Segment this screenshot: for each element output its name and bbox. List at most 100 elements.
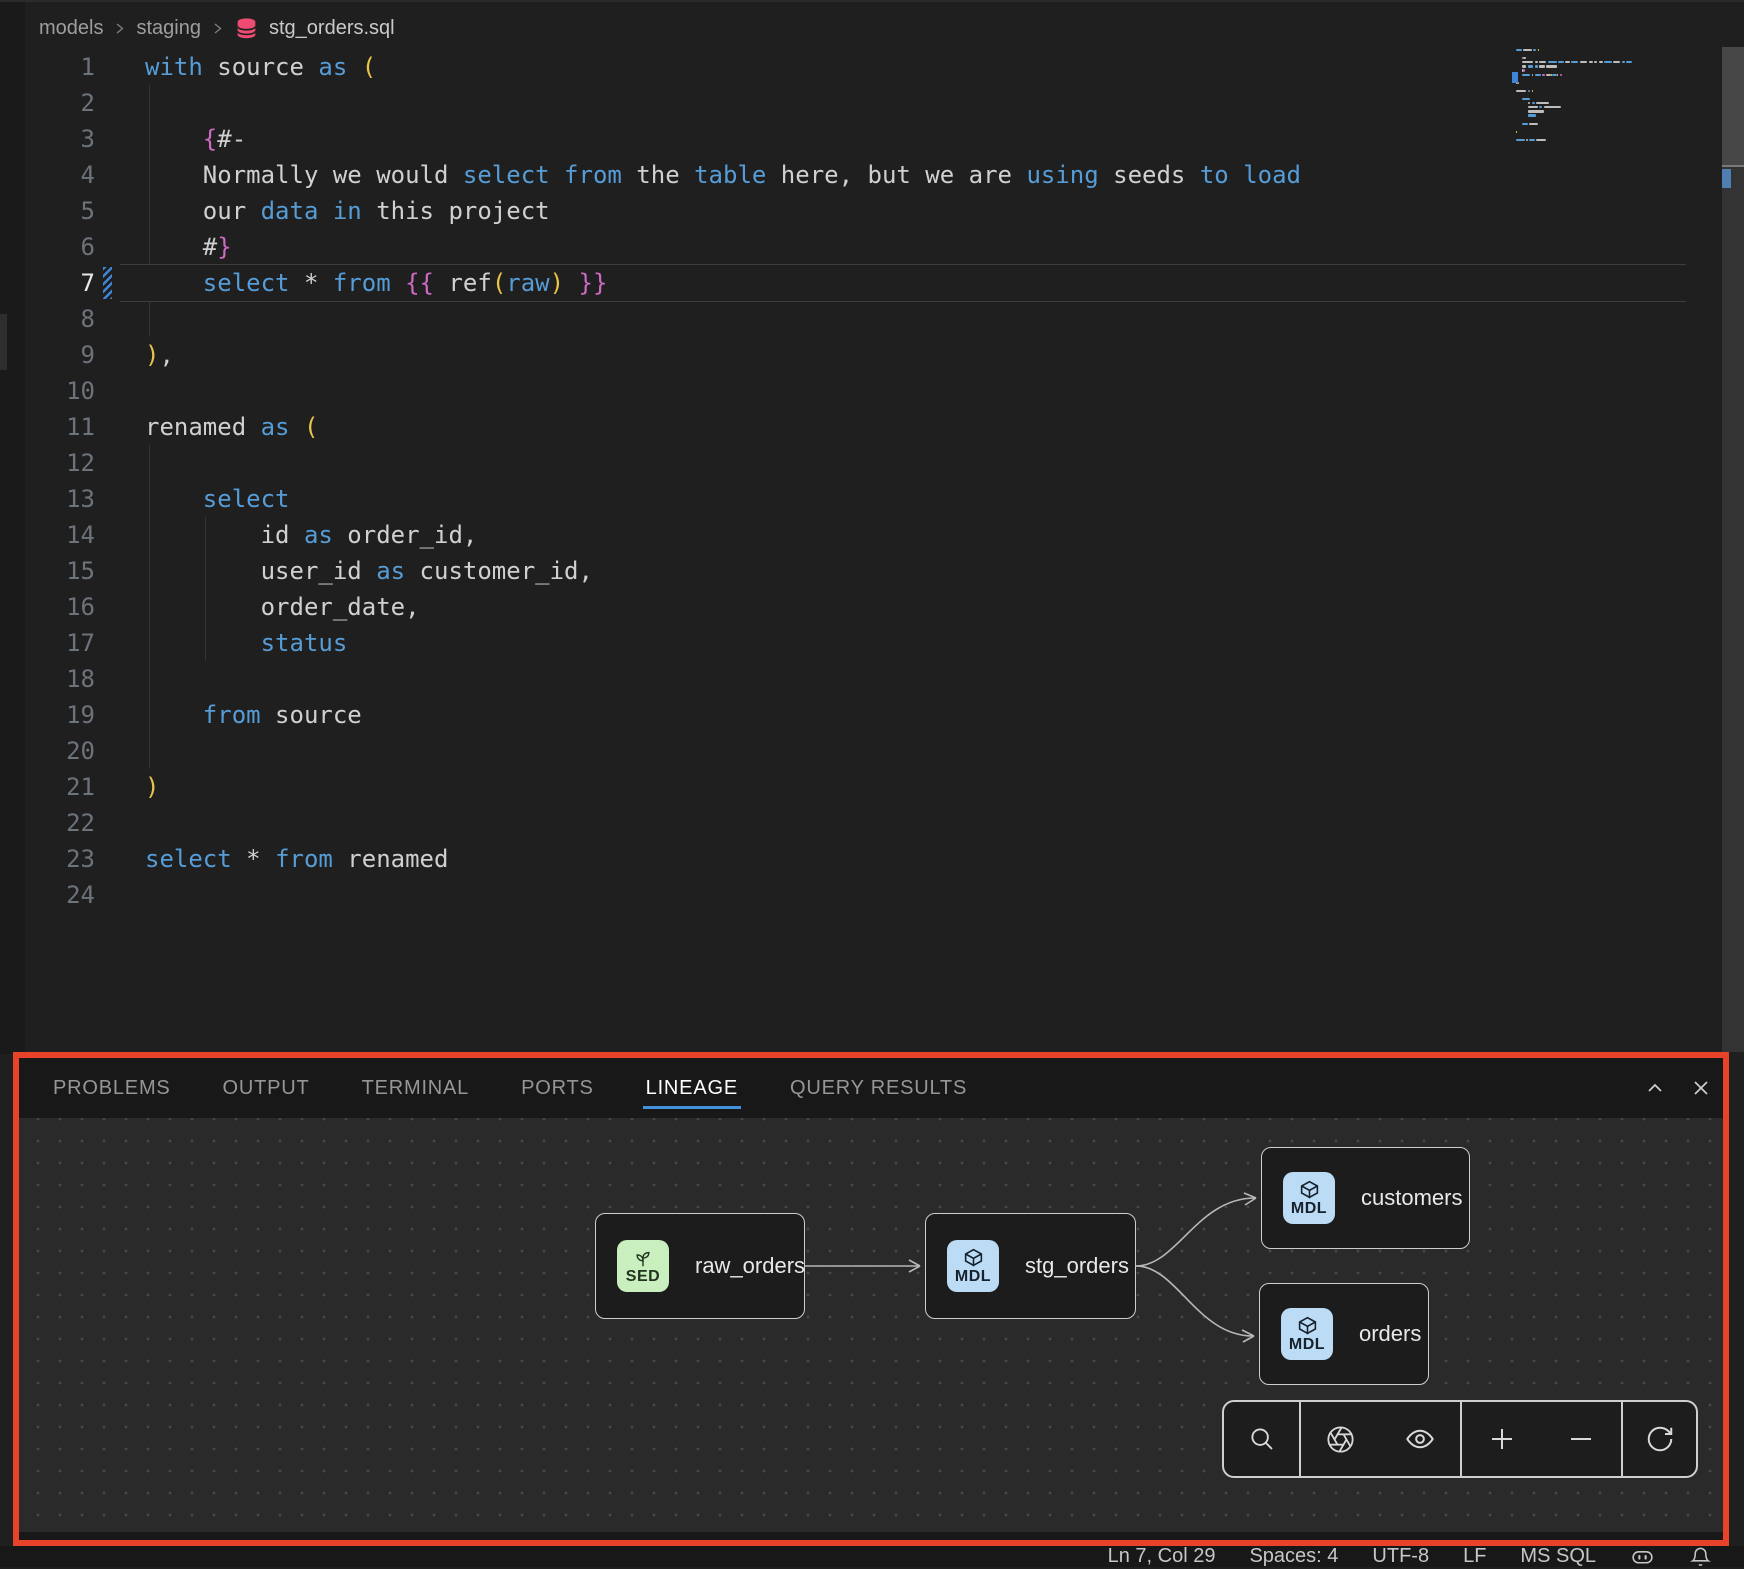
search-button[interactable] [1247, 1424, 1277, 1454]
breadcrumb-file[interactable]: stg_orders.sql [269, 17, 395, 40]
database-icon [234, 16, 259, 41]
code-lines[interactable]: 1 with source as ( 23 {#-4 Normally we wou… [0, 49, 1712, 913]
code-line-21[interactable]: 21) [0, 769, 1712, 805]
lineage-canvas[interactable]: SED raw_orders MDL stg_orders MDL custom… [19, 1118, 1723, 1532]
panel-tab-problems[interactable]: PROBLEMS [53, 1077, 171, 1100]
code-line-22[interactable]: 22 [0, 805, 1712, 841]
editor-area[interactable]: models staging stg_orders.sql 1 with sour… [0, 0, 1744, 1054]
code-line-7[interactable]: 7 select * from {{ ref(raw) }} [0, 265, 1712, 301]
line-number[interactable]: 18 [0, 661, 95, 697]
minimap[interactable] [1512, 44, 1712, 174]
line-number[interactable]: 5 [0, 193, 95, 229]
code-line-15[interactable]: 15 user_id as customer_id, [0, 553, 1712, 589]
line-number[interactable]: 4 [0, 157, 95, 193]
bell-icon[interactable] [1689, 1545, 1712, 1568]
line-number[interactable]: 1 [0, 49, 95, 85]
code-line-9[interactable]: 9), [0, 337, 1712, 373]
status-language-mode[interactable]: MS SQL [1520, 1545, 1596, 1568]
line-number[interactable]: 8 [0, 301, 95, 337]
line-number[interactable]: 9 [0, 337, 95, 373]
panel-tab-terminal[interactable]: TERMINAL [362, 1077, 470, 1100]
line-number[interactable]: 3 [0, 121, 95, 157]
seedling-icon [632, 1248, 654, 1268]
status-eol-setting[interactable]: LF [1463, 1545, 1486, 1568]
cube-icon [963, 1247, 984, 1268]
minimap-line [1523, 49, 1532, 51]
code-line-19[interactable]: 19 from source [0, 697, 1712, 733]
code-line-13[interactable]: 13 select [0, 481, 1712, 517]
line-number[interactable]: 13 [0, 481, 95, 517]
line-number[interactable]: 12 [0, 445, 95, 481]
status-indentation-setting[interactable]: Spaces: 4 [1249, 1545, 1338, 1568]
line-number[interactable]: 14 [0, 517, 95, 553]
status-cursor-position[interactable]: Ln 7, Col 29 [1108, 1545, 1216, 1568]
code-line-10[interactable]: 10 [0, 373, 1712, 409]
cube-icon [1297, 1315, 1318, 1336]
scrollbar-thumb[interactable] [1722, 47, 1744, 165]
scrollbar[interactable] [1722, 47, 1744, 1052]
minimap-line [1622, 61, 1625, 63]
code-line-11[interactable]: 11 renamed as ( [0, 409, 1712, 445]
minimap-line [1538, 49, 1539, 51]
panel-tab-query-results[interactable]: QUERY RESULTS [790, 1077, 967, 1100]
panel-tab-lineage[interactable]: LINEAGE [646, 1077, 738, 1100]
close-panel-button[interactable] [1690, 1077, 1712, 1099]
line-number[interactable]: 16 [0, 589, 95, 625]
code-line-24[interactable]: 24 [0, 877, 1712, 913]
zoom-in-button[interactable] [1487, 1424, 1517, 1454]
minimap-line [1516, 131, 1517, 133]
line-number[interactable]: 15 [0, 553, 95, 589]
code-line-23[interactable]: 23select * from renamed [0, 841, 1712, 877]
minimap-line [1522, 123, 1528, 125]
line-number[interactable]: 19 [0, 697, 95, 733]
breadcrumb-item-models[interactable]: models [39, 17, 103, 40]
search-icon [1247, 1424, 1277, 1454]
code-line-6[interactable]: 6 #} [0, 229, 1712, 265]
line-number[interactable]: 10 [0, 373, 95, 409]
code-line-4[interactable]: 4 Normally we would select from the tabl… [0, 157, 1712, 193]
code-line-1[interactable]: 1 with source as ( [0, 49, 1712, 85]
code-line-3[interactable]: 3 {#- [0, 121, 1712, 157]
line-number[interactable]: 7 [0, 265, 95, 301]
code-line-17[interactable]: 17 status [0, 625, 1712, 661]
line-number[interactable]: 21 [0, 769, 95, 805]
minimap-line [1523, 57, 1526, 59]
code-line-20[interactable]: 20 [0, 733, 1712, 769]
line-number[interactable]: 22 [0, 805, 95, 841]
code-text: ), [145, 337, 174, 373]
refresh-button[interactable] [1645, 1424, 1675, 1454]
breadcrumb-item-staging[interactable]: staging [136, 17, 201, 40]
copilot-icon[interactable] [1630, 1544, 1655, 1569]
breadcrumb[interactable]: models staging stg_orders.sql [39, 10, 395, 46]
minimap-line [1557, 74, 1558, 76]
line-number[interactable]: 2 [0, 85, 95, 121]
code-text: renamed as ( [145, 409, 318, 445]
code-line-14[interactable]: 14 id as order_id, [0, 517, 1712, 553]
line-number[interactable]: 17 [0, 625, 95, 661]
line-number[interactable]: 11 [0, 409, 95, 445]
line-number[interactable]: 23 [0, 841, 95, 877]
code-line-5[interactable]: 5 our data in this project [0, 193, 1712, 229]
code-text: with source as ( [145, 49, 376, 85]
code-line-16[interactable]: 16 order_date, [0, 589, 1712, 625]
lineage-node-customers[interactable]: MDL customers [1261, 1147, 1470, 1249]
code-line-2[interactable]: 2 [0, 85, 1712, 121]
line-number[interactable]: 24 [0, 877, 95, 913]
zoom-out-button[interactable] [1566, 1424, 1596, 1454]
visibility-button[interactable] [1404, 1423, 1436, 1455]
code-line-18[interactable]: 18 [0, 661, 1712, 697]
lineage-node-stg_orders[interactable]: MDL stg_orders [925, 1213, 1136, 1319]
code-line-8[interactable]: 8 [0, 301, 1712, 337]
line-number[interactable]: 6 [0, 229, 95, 265]
code-text: select * from {{ ref(raw) }} [145, 265, 607, 301]
maximize-panel-button[interactable] [1644, 1077, 1666, 1099]
lineage-node-orders[interactable]: MDL orders [1259, 1283, 1429, 1385]
panel-tab-ports[interactable]: PORTS [521, 1077, 594, 1100]
lineage-node-raw_orders[interactable]: SED raw_orders [595, 1213, 805, 1319]
line-number[interactable]: 20 [0, 733, 95, 769]
aperture-button[interactable] [1325, 1424, 1356, 1455]
status-encoding-setting[interactable]: UTF-8 [1372, 1545, 1429, 1568]
panel-tab-output[interactable]: OUTPUT [223, 1077, 310, 1100]
code-line-12[interactable]: 12 [0, 445, 1712, 481]
badge-label: MDL [1289, 1336, 1325, 1354]
